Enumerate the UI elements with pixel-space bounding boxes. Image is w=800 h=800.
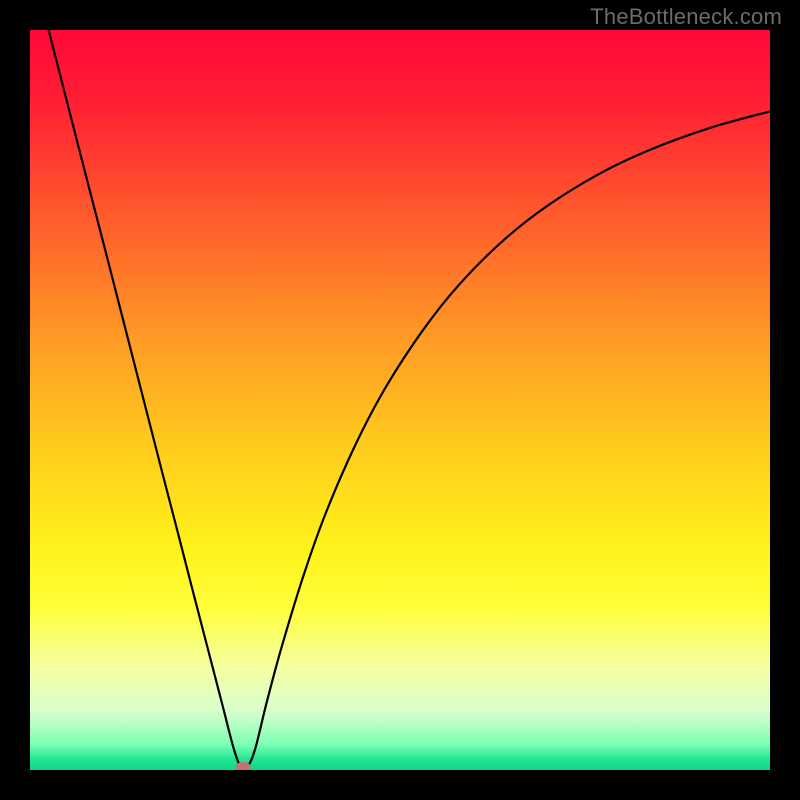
watermark-text: TheBottleneck.com [590, 4, 782, 30]
chart-frame: TheBottleneck.com [0, 0, 800, 800]
plot-area [30, 30, 770, 770]
gradient-background [30, 30, 770, 770]
chart-svg [30, 30, 770, 770]
